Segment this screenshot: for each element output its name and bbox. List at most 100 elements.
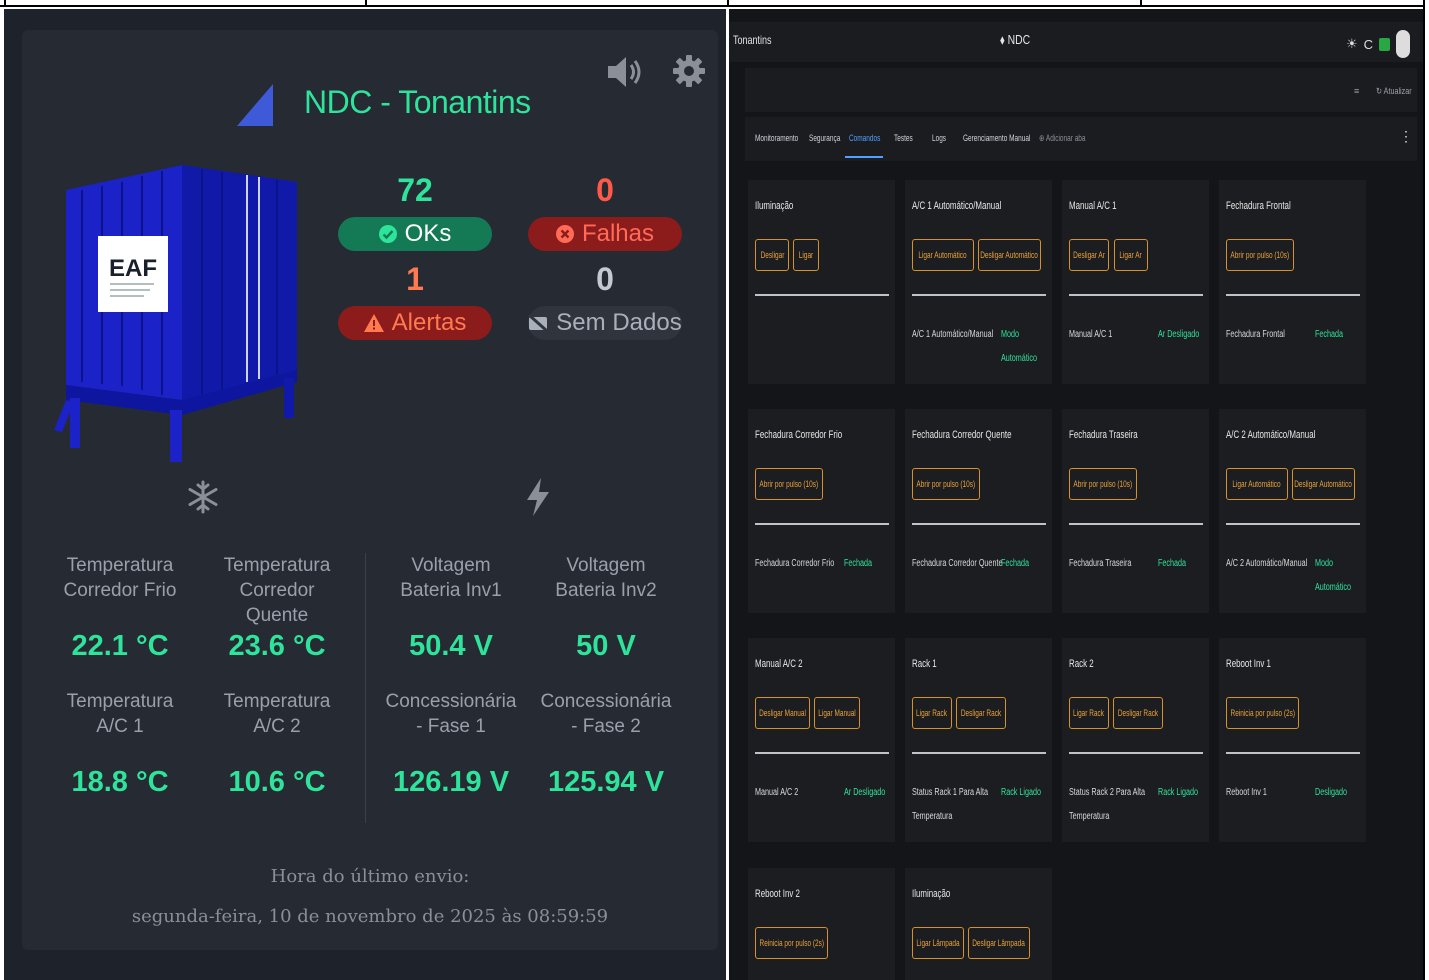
add-tab-button[interactable]: ⊕ Adicionar aba bbox=[1039, 133, 1086, 144]
sem-dados-badge[interactable]: Sem Dados bbox=[528, 306, 682, 340]
command-button[interactable]: Reinicia por pulso (2s) bbox=[755, 927, 828, 959]
last-send-timestamp: segunda-feira, 10 de novembro de 2025 às… bbox=[131, 906, 609, 927]
metric-value: 23.6 °C bbox=[228, 630, 326, 662]
card-separator bbox=[755, 523, 889, 525]
command-card: Rack 1 Ligar Rack Desligar Rack Status R… bbox=[905, 638, 1052, 842]
command-button[interactable]: Reinicia por pulso (2s) bbox=[1226, 697, 1299, 729]
falhas-label: Falhas bbox=[581, 220, 655, 247]
tab-seguranca[interactable]: Segurança bbox=[809, 133, 840, 143]
cell-divider bbox=[365, 0, 367, 7]
refresh-icon: ↻ bbox=[1376, 86, 1384, 96]
falhas-badge[interactable]: Falhas bbox=[528, 217, 682, 251]
cell-divider bbox=[727, 0, 729, 7]
tab-testes[interactable]: Testes bbox=[894, 133, 913, 143]
gear-icon[interactable] bbox=[672, 54, 706, 88]
command-card: Reboot Inv 1 Reinicia por pulso (2s) Reb… bbox=[1219, 638, 1366, 842]
status-label: Reboot Inv 1 bbox=[1226, 787, 1267, 798]
flag-icon[interactable] bbox=[1379, 37, 1391, 51]
card-title: Iluminação bbox=[912, 888, 951, 900]
metric-value: 22.1 °C bbox=[71, 630, 169, 662]
status-value: Fechada bbox=[1315, 329, 1344, 340]
more-options-icon[interactable]: ⋮ bbox=[1399, 128, 1413, 145]
metric-value: 50 V bbox=[576, 630, 636, 662]
cell-divider bbox=[1140, 0, 1142, 7]
alertas-label: Alertas bbox=[391, 309, 467, 336]
command-card: Iluminação Ligar Lâmpada Desligar Lâmpad… bbox=[905, 868, 1052, 980]
metric-label: Temperatura Corredor Frio bbox=[63, 555, 177, 601]
command-card: Fechadura Corredor Frio Abrir por pulso … bbox=[748, 409, 895, 613]
refresh-icon[interactable]: C bbox=[1364, 37, 1373, 52]
menu-icon[interactable]: ≡ bbox=[1354, 86, 1359, 96]
metric-label: Concessionária - Fase 1 bbox=[385, 691, 517, 737]
command-card: Manual A/C 2 Desligar Manual Ligar Manua… bbox=[748, 638, 895, 842]
sem-dados-count: 0 bbox=[596, 261, 614, 297]
update-button[interactable]: ↻ Atualizar bbox=[1376, 86, 1412, 97]
container-illustration: EAF bbox=[54, 165, 297, 462]
brightness-icon[interactable]: ☀ bbox=[1346, 36, 1358, 52]
card-separator bbox=[1226, 294, 1360, 296]
command-button[interactable]: Desligar Rack bbox=[956, 697, 1006, 729]
card-title: Fechadura Corredor Quente bbox=[912, 429, 1012, 441]
card-title: Iluminação bbox=[755, 200, 794, 212]
card-title: Reboot Inv 2 bbox=[755, 888, 800, 900]
command-card: Reboot Inv 2 Reinicia por pulso (2s) bbox=[748, 868, 895, 980]
command-button[interactable]: Abrir por pulso (10s) bbox=[1226, 239, 1294, 271]
status-label: Status Rack 2 Para Alta Temperatura bbox=[1069, 787, 1146, 822]
speaker-icon[interactable] bbox=[604, 52, 644, 92]
command-card: Fechadura Corredor Quente Abrir por puls… bbox=[905, 409, 1052, 613]
tab-monitoramento[interactable]: Monitoramento bbox=[755, 133, 798, 143]
status-value: Fechada bbox=[844, 558, 873, 569]
snowflake-icon bbox=[188, 480, 218, 514]
command-button[interactable]: Desligar Automático bbox=[1292, 468, 1355, 500]
status-label: Fechadura Corredor Frio bbox=[755, 558, 835, 569]
command-button[interactable]: Ligar Lâmpada bbox=[912, 927, 964, 959]
tab-logs[interactable]: Logs bbox=[932, 133, 946, 143]
alertas-badge[interactable]: Alertas bbox=[338, 306, 492, 340]
command-button[interactable]: Ligar bbox=[793, 239, 819, 271]
status-label: Fechadura Frontal bbox=[1226, 329, 1285, 340]
command-button[interactable]: Desligar Manual bbox=[755, 697, 810, 729]
command-button[interactable]: Ligar Ar bbox=[1114, 239, 1148, 271]
command-button[interactable]: Desligar Lâmpada bbox=[968, 927, 1030, 959]
plus-circle-icon: ⊕ bbox=[1039, 133, 1046, 143]
card-title: Manual A/C 1 bbox=[1069, 200, 1117, 212]
card-title: Reboot Inv 1 bbox=[1226, 658, 1271, 670]
command-button[interactable]: Ligar Rack bbox=[912, 697, 952, 729]
command-card: A/C 1 Automático/Manual Ligar Automático… bbox=[905, 180, 1052, 384]
command-button[interactable]: Ligar Automático bbox=[912, 239, 974, 271]
command-button[interactable]: Desligar Ar bbox=[1069, 239, 1109, 271]
command-button[interactable]: Abrir por pulso (10s) bbox=[912, 468, 980, 500]
oks-badge[interactable]: OKs bbox=[338, 217, 492, 251]
card-title: Manual A/C 2 bbox=[755, 658, 803, 670]
command-button[interactable]: Ligar Automático bbox=[1226, 468, 1288, 500]
warning-icon bbox=[363, 314, 384, 332]
command-button[interactable]: Ligar Rack bbox=[1069, 697, 1109, 729]
error-circle-icon bbox=[555, 225, 574, 243]
command-button[interactable]: Desligar Automático bbox=[978, 239, 1041, 271]
metric-value: 18.8 °C bbox=[71, 766, 169, 798]
command-card: Fechadura Frontal Abrir por pulso (10s) … bbox=[1219, 180, 1366, 384]
status-value: Ar Desligado bbox=[1158, 329, 1200, 340]
card-title: A/C 1 Automático/Manual bbox=[912, 200, 1002, 212]
avatar[interactable] bbox=[1396, 30, 1411, 58]
command-button[interactable]: Abrir por pulso (10s) bbox=[1069, 468, 1137, 500]
card-separator bbox=[912, 752, 1046, 754]
tab-gerenciamento-manual[interactable]: Gerenciamento Manual bbox=[963, 133, 1030, 143]
metric-label: Temperatura A/C 2 bbox=[223, 691, 331, 737]
card-title: Rack 2 bbox=[1069, 658, 1094, 670]
command-button[interactable]: Ligar Manual bbox=[814, 697, 860, 729]
command-button[interactable]: Desligar bbox=[755, 239, 789, 271]
command-card: A/C 2 Automático/Manual Ligar Automático… bbox=[1219, 409, 1366, 613]
topbar-icons: ☀ C bbox=[1346, 30, 1411, 58]
control-panel-topbar bbox=[729, 22, 1423, 62]
lightning-icon bbox=[527, 478, 549, 516]
status-value: Fechada bbox=[1158, 558, 1187, 569]
command-button[interactable]: Abrir por pulso (10s) bbox=[755, 468, 823, 500]
command-card: Iluminação Desligar Ligar bbox=[748, 180, 895, 384]
tab-comandos[interactable]: Comandos bbox=[849, 133, 880, 143]
status-label: A/C 1 Automático/Manual bbox=[912, 329, 994, 340]
active-tab-indicator bbox=[845, 156, 883, 158]
command-button[interactable]: Desligar Rack bbox=[1113, 697, 1163, 729]
metric-value: 50.4 V bbox=[409, 630, 493, 662]
card-separator bbox=[755, 752, 889, 754]
